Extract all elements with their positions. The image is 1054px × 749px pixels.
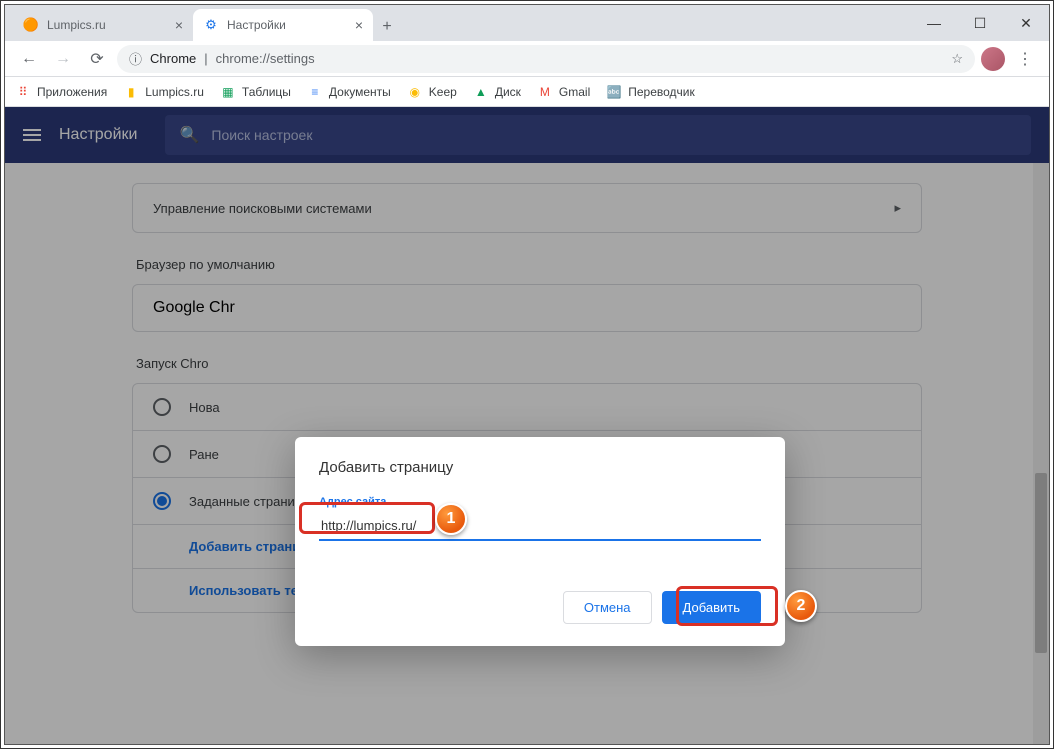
address-bar[interactable]: ⓘ Chrome | chrome://settings ☆ — [117, 45, 975, 73]
docs-icon: ≡ — [307, 84, 323, 100]
close-icon[interactable]: × — [355, 17, 363, 33]
bookmark-gmail[interactable]: M Gmail — [537, 84, 590, 100]
bookmark-lumpics[interactable]: ▮ Lumpics.ru — [123, 84, 204, 100]
site-info-icon[interactable]: ⓘ — [129, 49, 142, 68]
forward-button[interactable]: → — [49, 45, 77, 73]
menu-button[interactable]: ⋮ — [1011, 45, 1039, 73]
url-sep: | — [204, 51, 207, 66]
bookmark-star-icon[interactable]: ☆ — [951, 51, 963, 67]
bookmark-drive[interactable]: ▲ Диск — [473, 84, 521, 100]
back-button[interactable]: ← — [15, 45, 43, 73]
dialog-actions: Отмена Добавить — [319, 591, 761, 624]
url-path: chrome://settings — [216, 51, 315, 66]
bookmark-label: Keep — [429, 85, 457, 99]
drive-icon: ▲ — [473, 84, 489, 100]
folder-icon: ▮ — [123, 84, 139, 100]
tab-title: Lumpics.ru — [47, 18, 106, 32]
profile-avatar[interactable] — [981, 47, 1005, 71]
favicon-settings: ⚙ — [203, 17, 219, 33]
bookmark-keep[interactable]: ◉ Keep — [407, 84, 457, 100]
bookmark-docs[interactable]: ≡ Документы — [307, 84, 391, 100]
dialog-title: Добавить страницу — [319, 459, 761, 476]
bookmark-sheets[interactable]: ▦ Таблицы — [220, 84, 291, 100]
bookmark-label: Приложения — [37, 85, 107, 99]
tab-lumpics[interactable]: 🟠 Lumpics.ru × — [13, 9, 193, 41]
window-controls: — ☐ ✕ — [911, 5, 1049, 41]
favicon-lumpics: 🟠 — [23, 17, 39, 33]
tab-strip: 🟠 Lumpics.ru × ⚙ Настройки × + — [5, 5, 401, 41]
bookmark-apps[interactable]: ⠿ Приложения — [15, 84, 107, 100]
toolbar: ← → ⟳ ⓘ Chrome | chrome://settings ☆ ⋮ — [5, 41, 1049, 77]
tab-settings[interactable]: ⚙ Настройки × — [193, 9, 373, 41]
minimize-button[interactable]: — — [911, 5, 957, 41]
page-content: Настройки 🔍 Управление поисковыми систем… — [5, 107, 1049, 744]
gmail-icon: M — [537, 84, 553, 100]
bookmark-label: Диск — [495, 85, 521, 99]
close-icon[interactable]: × — [175, 17, 183, 33]
bookmark-label: Gmail — [559, 85, 590, 99]
bookmark-label: Переводчик — [628, 85, 695, 99]
maximize-button[interactable]: ☐ — [957, 5, 1003, 41]
modal-overlay[interactable] — [5, 107, 1049, 744]
sheets-icon: ▦ — [220, 84, 236, 100]
keep-icon: ◉ — [407, 84, 423, 100]
bookmarks-bar: ⠿ Приложения ▮ Lumpics.ru ▦ Таблицы ≡ Докуме… — [5, 77, 1049, 107]
apps-icon: ⠿ — [15, 84, 31, 100]
bookmark-translate[interactable]: 🔤 Переводчик — [606, 84, 695, 100]
url-scheme: Chrome — [150, 51, 196, 66]
add-page-dialog: Добавить страницу Адрес сайта Отмена Доб… — [295, 437, 785, 646]
cancel-button[interactable]: Отмена — [563, 591, 652, 624]
new-tab-button[interactable]: + — [373, 13, 401, 41]
reload-button[interactable]: ⟳ — [83, 45, 111, 73]
window-titlebar: 🟠 Lumpics.ru × ⚙ Настройки × + — ☐ ✕ — [5, 5, 1049, 41]
bookmark-label: Lumpics.ru — [145, 85, 204, 99]
url-input[interactable] — [319, 512, 761, 541]
bookmark-label: Документы — [329, 85, 391, 99]
add-button[interactable]: Добавить — [662, 591, 761, 624]
translate-icon: 🔤 — [606, 84, 622, 100]
close-button[interactable]: ✕ — [1003, 5, 1049, 41]
tab-title: Настройки — [227, 18, 286, 32]
bookmark-label: Таблицы — [242, 85, 291, 99]
url-field-label: Адрес сайта — [319, 496, 761, 508]
